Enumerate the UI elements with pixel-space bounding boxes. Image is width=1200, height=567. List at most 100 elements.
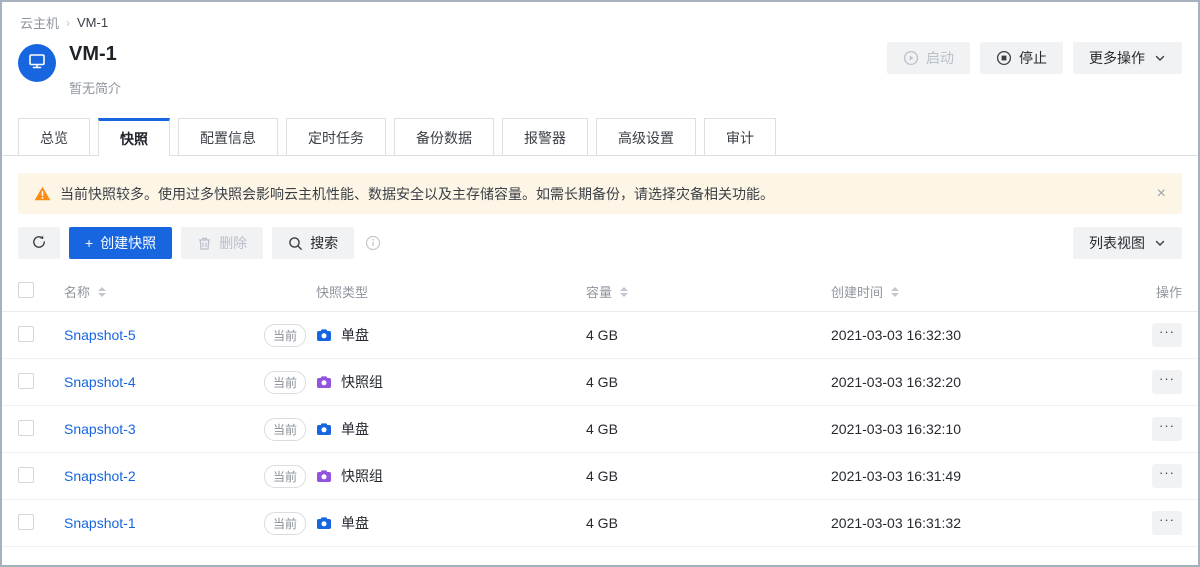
column-header-name: 名称 (64, 282, 90, 301)
search-button-label: 搜索 (310, 233, 338, 253)
table-row: Snapshot-2 当前 快照组 4 GB 2021-03-03 16:31:… (2, 453, 1198, 500)
breadcrumb-separator: › (66, 16, 70, 30)
view-mode-label: 列表视图 (1089, 233, 1145, 253)
table-row: Snapshot-3 当前 单盘 4 GB 2021-03-03 16:32:1… (2, 406, 1198, 453)
snapshot-type-label: 单盘 (341, 419, 369, 439)
current-badge: 当前 (264, 465, 306, 488)
stop-button[interactable]: 停止 (980, 42, 1063, 74)
snapshot-type-label: 快照组 (341, 466, 383, 486)
row-actions-button[interactable]: ··· (1152, 370, 1182, 394)
single-disk-snapshot-icon (316, 421, 332, 437)
breadcrumb-current: VM-1 (77, 15, 108, 30)
snapshot-name-link[interactable]: Snapshot-2 (64, 468, 136, 484)
snapshot-size: 4 GB (586, 374, 831, 390)
column-header-ops: 操作 (1118, 282, 1182, 301)
play-circle-icon (903, 50, 919, 66)
select-all-checkbox[interactable] (18, 282, 34, 298)
snapshot-name-link[interactable]: Snapshot-4 (64, 374, 136, 390)
info-icon[interactable] (365, 235, 381, 251)
row-actions-button[interactable]: ··· (1152, 417, 1182, 441)
sort-icon[interactable] (620, 287, 628, 297)
delete-button-label: 删除 (219, 233, 247, 253)
snapshot-created-time: 2021-03-03 16:31:32 (831, 515, 1118, 531)
column-header-type: 快照类型 (316, 282, 368, 301)
plus-icon: + (85, 235, 93, 251)
row-actions-button[interactable]: ··· (1152, 511, 1182, 535)
tab-backup-data[interactable]: 备份数据 (394, 118, 494, 156)
current-badge: 当前 (264, 324, 306, 347)
toolbar: + 创建快照 删除 搜索 列表视图 (2, 227, 1198, 259)
breadcrumb-parent-link[interactable]: 云主机 (20, 13, 59, 32)
sort-icon[interactable] (891, 287, 899, 297)
tab-advanced-settings[interactable]: 高级设置 (596, 118, 696, 156)
tab-snapshots[interactable]: 快照 (98, 118, 170, 156)
close-icon[interactable]: × (1157, 186, 1166, 202)
tab-overview[interactable]: 总览 (18, 118, 90, 156)
snapshot-group-icon (316, 374, 332, 390)
single-disk-snapshot-icon (316, 515, 332, 531)
start-button[interactable]: 启动 (887, 42, 970, 74)
snapshot-size: 4 GB (586, 515, 831, 531)
snapshot-created-time: 2021-03-03 16:32:20 (831, 374, 1118, 390)
row-actions-button[interactable]: ··· (1152, 323, 1182, 347)
refresh-icon (31, 234, 47, 253)
stop-button-label: 停止 (1019, 48, 1047, 68)
warning-banner-text: 当前快照较多。使用过多快照会影响云主机性能、数据安全以及主存储容量。如需长期备份… (60, 184, 774, 204)
snapshot-table: 名称 快照类型 容量 创建时间 操作 Snapshot-5 当前 (2, 272, 1198, 547)
row-checkbox[interactable] (18, 326, 34, 342)
row-checkbox[interactable] (18, 514, 34, 530)
row-checkbox[interactable] (18, 373, 34, 389)
create-snapshot-button[interactable]: + 创建快照 (69, 227, 172, 259)
delete-button[interactable]: 删除 (181, 227, 263, 259)
refresh-button[interactable] (18, 227, 60, 259)
search-button[interactable]: 搜索 (272, 227, 354, 259)
create-snapshot-label: 创建快照 (100, 233, 156, 253)
snapshot-size: 4 GB (586, 468, 831, 484)
warning-triangle-icon (34, 186, 51, 201)
tab-config-info[interactable]: 配置信息 (178, 118, 278, 156)
current-badge: 当前 (264, 418, 306, 441)
page-header: VM-1 暂无简介 启动 停止 更多操作 (2, 32, 1198, 97)
table-row: Snapshot-4 当前 快照组 4 GB 2021-03-03 16:32:… (2, 359, 1198, 406)
snapshot-size: 4 GB (586, 327, 831, 343)
table-header-row: 名称 快照类型 容量 创建时间 操作 (2, 272, 1198, 312)
search-icon (288, 236, 303, 251)
tab-alarms[interactable]: 报警器 (502, 118, 588, 156)
more-actions-button[interactable]: 更多操作 (1073, 42, 1182, 74)
stop-circle-icon (996, 50, 1012, 66)
page-title: VM-1 (69, 42, 121, 66)
trash-icon (197, 236, 212, 251)
current-badge: 当前 (264, 371, 306, 394)
breadcrumb: 云主机 › VM-1 (2, 2, 1198, 32)
warning-banner: 当前快照较多。使用过多快照会影响云主机性能、数据安全以及主存储容量。如需长期备份… (18, 173, 1182, 214)
row-actions-button[interactable]: ··· (1152, 464, 1182, 488)
snapshot-created-time: 2021-03-03 16:32:10 (831, 421, 1118, 437)
current-badge: 当前 (264, 512, 306, 535)
start-button-label: 启动 (926, 48, 954, 68)
snapshot-group-icon (316, 468, 332, 484)
snapshot-size: 4 GB (586, 421, 831, 437)
snapshot-type-label: 快照组 (341, 372, 383, 392)
view-mode-button[interactable]: 列表视图 (1073, 227, 1182, 259)
tab-scheduled-tasks[interactable]: 定时任务 (286, 118, 386, 156)
table-row: Snapshot-5 当前 单盘 4 GB 2021-03-03 16:32:3… (2, 312, 1198, 359)
table-row: Snapshot-1 当前 单盘 4 GB 2021-03-03 16:31:3… (2, 500, 1198, 547)
vm-detail-page: 云主机 › VM-1 VM-1 暂无简介 启动 停止 (0, 0, 1200, 567)
chevron-down-icon (1154, 52, 1166, 64)
tab-audit[interactable]: 审计 (704, 118, 776, 156)
row-checkbox[interactable] (18, 467, 34, 483)
more-actions-label: 更多操作 (1089, 48, 1145, 68)
single-disk-snapshot-icon (316, 327, 332, 343)
tab-bar: 总览 快照 配置信息 定时任务 备份数据 报警器 高级设置 审计 (2, 118, 1198, 156)
vm-avatar (18, 44, 56, 82)
snapshot-name-link[interactable]: Snapshot-1 (64, 515, 136, 531)
column-header-size: 容量 (586, 282, 612, 301)
snapshot-name-link[interactable]: Snapshot-5 (64, 327, 136, 343)
snapshot-type-label: 单盘 (341, 513, 369, 533)
column-header-created: 创建时间 (831, 282, 883, 301)
row-checkbox[interactable] (18, 420, 34, 436)
snapshot-name-link[interactable]: Snapshot-3 (64, 421, 136, 437)
sort-icon[interactable] (98, 287, 106, 297)
page-subtitle: 暂无简介 (69, 78, 121, 97)
snapshot-type-label: 单盘 (341, 325, 369, 345)
